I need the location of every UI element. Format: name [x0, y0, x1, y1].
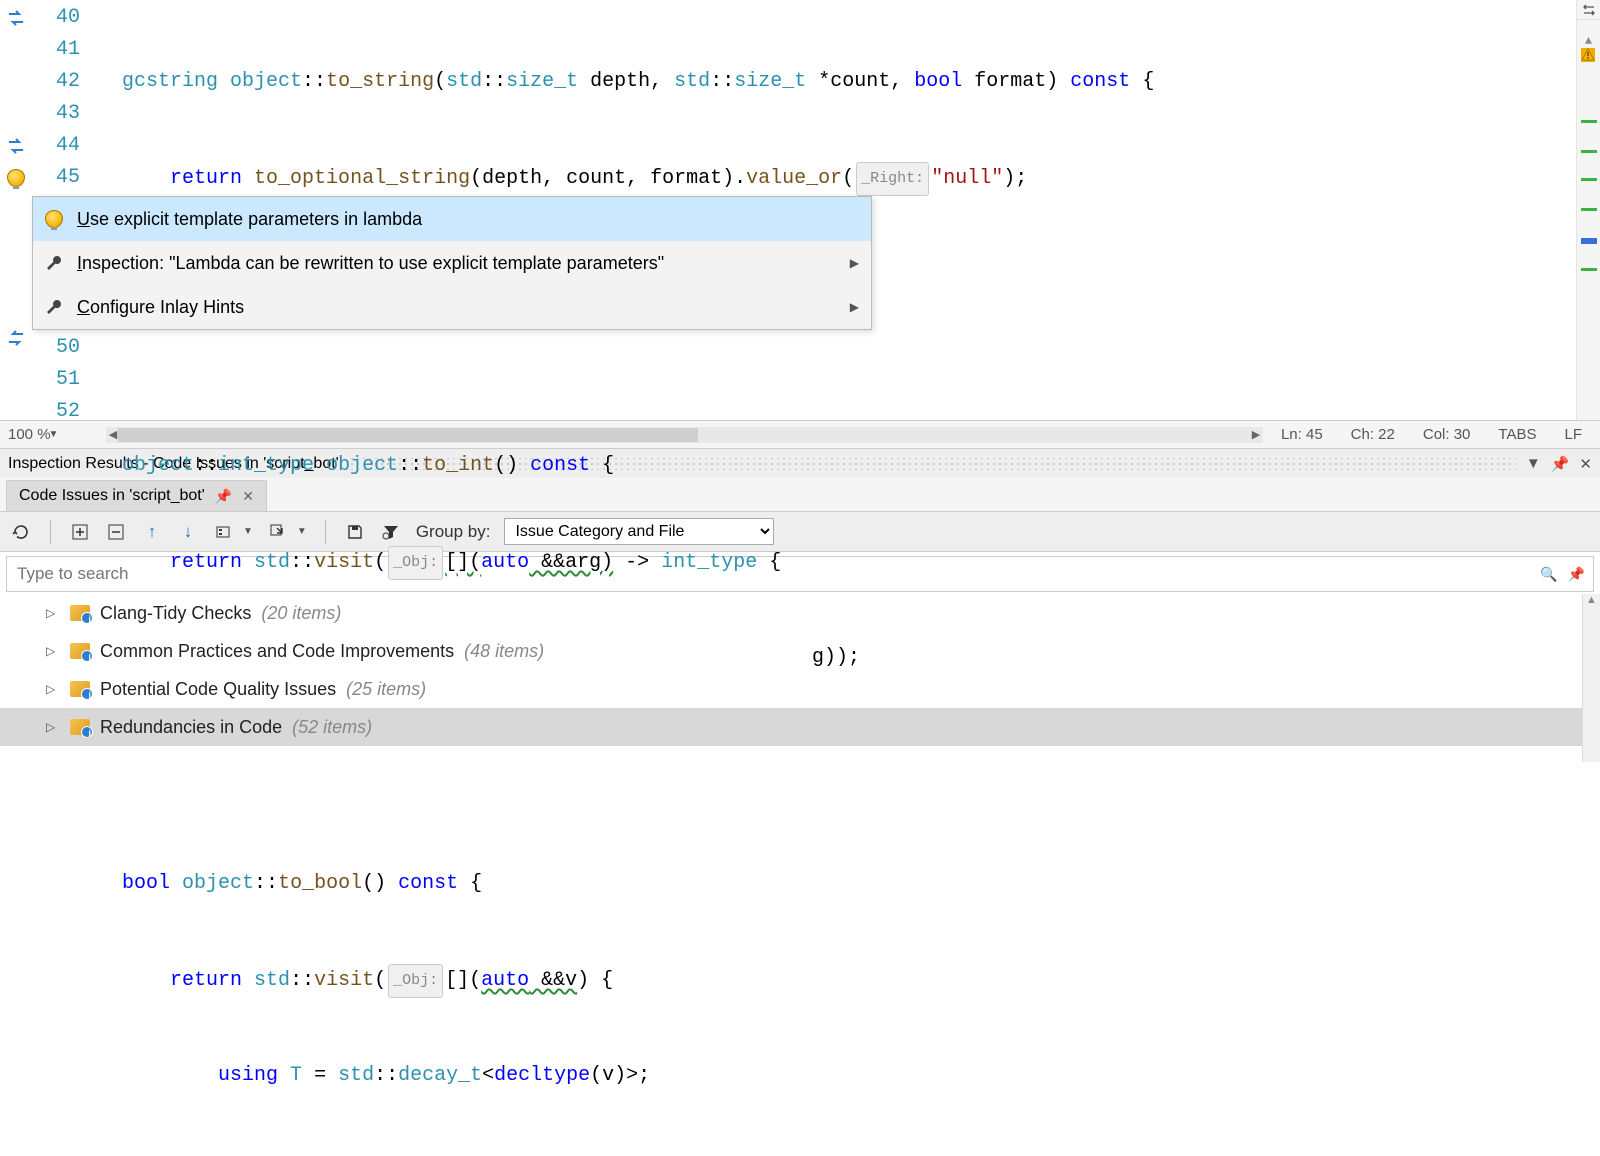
- expand-icon[interactable]: ▷: [46, 720, 60, 734]
- quickfix-item-configure-hints[interactable]: Configure Inlay Hints ▶: [33, 285, 871, 329]
- inlay-hint: _Obj:: [388, 546, 443, 580]
- bulb-icon: [45, 210, 63, 228]
- swap-icon[interactable]: [0, 130, 32, 162]
- hint-marker[interactable]: [1581, 150, 1597, 153]
- submenu-arrow-icon: ▶: [850, 247, 859, 279]
- quickfix-item-inspection[interactable]: Inspection: "Lambda can be rewritten to …: [33, 241, 871, 285]
- quickfix-item-use-explicit[interactable]: Use explicit template parameters in lamb…: [33, 197, 871, 241]
- quickfix-popup: Use explicit template parameters in lamb…: [32, 196, 872, 330]
- issue-category-row[interactable]: ▷ Potential Code Quality Issues (25 item…: [0, 670, 1600, 708]
- expand-icon[interactable]: ▷: [46, 606, 60, 620]
- issue-category-row[interactable]: ▷ Common Practices and Code Improvements…: [0, 632, 1600, 670]
- inlay-hint: _Obj:: [388, 964, 443, 998]
- horizontal-scrollbar[interactable]: ◀ ▶: [106, 427, 1263, 443]
- issue-category-row[interactable]: ▷ Clang-Tidy Checks (20 items): [0, 594, 1600, 632]
- gutter-icon-strip: [0, 0, 32, 420]
- folder-icon: [70, 643, 90, 659]
- issue-category-row[interactable]: ▷ Redundancies in Code (52 items): [0, 708, 1600, 746]
- scroll-right-icon[interactable]: ▶: [1249, 428, 1263, 441]
- hint-marker[interactable]: [1581, 120, 1597, 123]
- folder-icon: [70, 681, 90, 697]
- expand-all-icon[interactable]: [69, 521, 91, 543]
- scroll-up-icon[interactable]: ▲: [1583, 594, 1600, 610]
- swap-back-icon[interactable]: [0, 322, 32, 354]
- folder-icon: [70, 605, 90, 621]
- wrench-icon: [45, 254, 63, 272]
- issue-tree[interactable]: ▷ Clang-Tidy Checks (20 items) ▷ Common …: [0, 594, 1600, 762]
- split-icon[interactable]: [1577, 0, 1600, 20]
- code-editor[interactable]: 40 41 42 43 44 45 50 51 52 gcstring obje…: [0, 0, 1600, 420]
- swap-icon[interactable]: [0, 2, 32, 34]
- refresh-icon[interactable]: [10, 521, 32, 543]
- folder-icon: [70, 719, 90, 735]
- warning-marker[interactable]: [1581, 48, 1595, 62]
- expand-icon[interactable]: ▷: [46, 644, 60, 658]
- bulb-icon[interactable]: [0, 162, 32, 194]
- vertical-scrollbar[interactable]: ▲: [1582, 594, 1600, 762]
- inlay-hint: _Right:: [856, 162, 929, 196]
- zoom-combo[interactable]: 100 %▼: [8, 426, 98, 443]
- scroll-left-icon[interactable]: ◀: [106, 428, 120, 441]
- hint-marker[interactable]: [1581, 268, 1597, 271]
- expand-icon[interactable]: ▷: [46, 682, 60, 696]
- hint-marker[interactable]: [1581, 208, 1597, 211]
- hint-marker[interactable]: [1581, 178, 1597, 181]
- error-marker-strip[interactable]: ▲: [1576, 0, 1600, 420]
- scrollbar-thumb[interactable]: [118, 428, 698, 442]
- info-marker[interactable]: [1581, 238, 1597, 244]
- submenu-arrow-icon: ▶: [850, 291, 859, 323]
- wrench-icon: [45, 298, 63, 316]
